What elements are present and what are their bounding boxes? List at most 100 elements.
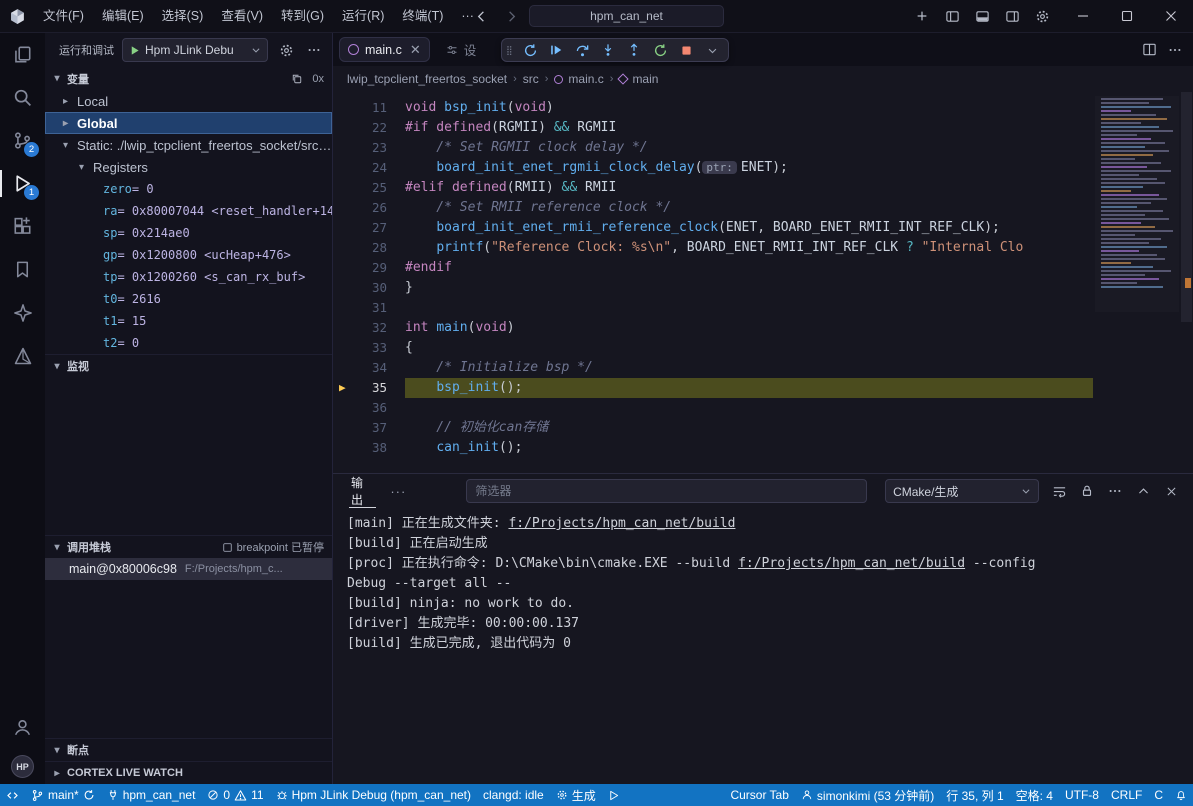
window-title[interactable]: hpm_can_net — [529, 5, 724, 27]
menu-item[interactable]: 选择(S) — [153, 4, 213, 28]
indentation-indicator[interactable]: 空格: 4 — [1010, 784, 1059, 806]
code-text[interactable]: void bsp_init(void) — [405, 98, 1093, 118]
line-gutter[interactable]: 24 — [333, 158, 405, 178]
output-tab[interactable]: 输出 — [349, 475, 376, 508]
sidebar-more-icon[interactable] — [304, 40, 324, 60]
breadcrumb[interactable]: lwip_tcpclient_freertos_socket›src›main.… — [333, 66, 1193, 92]
extensions-icon[interactable] — [0, 205, 45, 248]
close-button[interactable] — [1149, 0, 1193, 33]
debug-config-select[interactable]: Hpm JLink Debu — [122, 38, 268, 62]
code-text[interactable]: /* Set RMII reference clock */ — [405, 198, 1093, 218]
code-line[interactable]: 23 /* Set RGMII clock delay */ — [333, 138, 1093, 158]
remote-indicator[interactable] — [0, 784, 25, 806]
editor[interactable]: 11void bsp_init(void)22#if defined(RGMII… — [333, 92, 1193, 473]
register-row[interactable]: gp = 0x1200800 <ucHeap+476> — [45, 244, 332, 266]
line-gutter[interactable]: 29 — [333, 258, 405, 278]
scope-registers[interactable]: ▾Registers — [45, 156, 332, 178]
line-gutter[interactable]: 31 — [333, 298, 405, 318]
callstack-section-header[interactable]: ▾ 调用堆栈 breakpoint 已暂停 — [45, 535, 332, 558]
code-line[interactable]: 36 — [333, 398, 1093, 418]
code-text[interactable]: /* Initialize bsp */ — [405, 358, 1093, 378]
code-text[interactable]: can_init(); — [405, 438, 1093, 458]
scope-global[interactable]: ▸Global — [45, 112, 332, 134]
branch-indicator[interactable]: main* — [25, 784, 101, 806]
code-line[interactable]: 24 board_init_enet_rgmii_clock_delay(ptr… — [333, 158, 1093, 178]
menu-item[interactable]: 终端(T) — [393, 4, 452, 28]
code-text[interactable]: board_init_enet_rmii_reference_clock(ENE… — [405, 218, 1093, 238]
editor-more-icon[interactable] — [1165, 40, 1185, 60]
line-gutter[interactable]: 28 — [333, 238, 405, 258]
menu-item[interactable]: 编辑(E) — [93, 4, 153, 28]
drag-handle[interactable]: ⣿ — [506, 46, 516, 54]
code-text[interactable]: } — [405, 278, 1093, 298]
step-out-icon[interactable] — [622, 40, 646, 61]
code-line[interactable]: 22#if defined(RGMII) && RGMII — [333, 118, 1093, 138]
new-window-icon[interactable] — [909, 4, 935, 28]
sparkle-icon[interactable] — [0, 291, 45, 334]
breakpoints-section-header[interactable]: ▾ 断点 — [45, 738, 332, 761]
scope-local[interactable]: ▸Local — [45, 90, 332, 112]
menu-item[interactable]: 运行(R) — [333, 4, 393, 28]
problems-indicator[interactable]: 0 11 — [201, 784, 269, 806]
register-row[interactable]: t1 = 15 — [45, 310, 332, 332]
code-line[interactable]: 27 board_init_enet_rmii_reference_clock(… — [333, 218, 1093, 238]
output-filter-input[interactable] — [466, 479, 867, 503]
panel-tabs-more-icon[interactable]: ··· — [384, 484, 412, 499]
line-gutter[interactable]: 38 — [333, 438, 405, 458]
code-text[interactable]: board_init_enet_rgmii_clock_delay(ptr:EN… — [405, 158, 1093, 178]
bookmarks-icon[interactable] — [0, 248, 45, 291]
editor-scrollbar[interactable] — [1179, 92, 1193, 473]
code-text[interactable]: printf("Reference Clock: %s\n", BOARD_EN… — [405, 238, 1093, 258]
layout-settings-icon[interactable] — [1029, 4, 1055, 28]
menu-item[interactable]: 文件(F) — [34, 4, 93, 28]
code-text[interactable]: { — [405, 338, 1093, 358]
search-icon[interactable] — [0, 76, 45, 119]
notifications-bell[interactable] — [1169, 784, 1193, 806]
encoding-indicator[interactable]: UTF-8 — [1059, 784, 1105, 806]
explorer-icon[interactable] — [0, 33, 45, 76]
debug-session-indicator[interactable]: Hpm JLink Debug (hpm_can_net) — [270, 784, 477, 806]
line-gutter[interactable]: 36 — [333, 398, 405, 418]
cmake-project[interactable]: hpm_can_net — [101, 784, 202, 806]
run-debug-icon[interactable]: 1 — [0, 162, 45, 205]
watch-section-header[interactable]: ▾ 监视 — [45, 354, 332, 377]
code-line[interactable]: 29#endif — [333, 258, 1093, 278]
line-gutter[interactable]: 23 — [333, 138, 405, 158]
breadcrumb-item[interactable]: lwip_tcpclient_freertos_socket — [347, 72, 507, 86]
code-text[interactable]: /* Set RGMII clock delay */ — [405, 138, 1093, 158]
minimize-button[interactable] — [1061, 0, 1105, 33]
cortex-live-watch-header[interactable]: ▸ CORTEX LIVE WATCH — [45, 761, 332, 784]
line-gutter[interactable]: 25 — [333, 178, 405, 198]
tab-main-c[interactable]: main.c ✕ — [339, 37, 430, 62]
register-row[interactable]: ra = 0x80007044 <reset_handler+14> — [45, 200, 332, 222]
code-text[interactable] — [405, 398, 1093, 418]
cmake-icon[interactable] — [0, 334, 45, 377]
line-gutter[interactable]: 22 — [333, 118, 405, 138]
line-gutter[interactable]: 33 — [333, 338, 405, 358]
restart-icon[interactable] — [648, 40, 672, 61]
code-line[interactable]: 30} — [333, 278, 1093, 298]
cursor-tab-status[interactable]: Cursor Tab — [724, 784, 794, 806]
code-line[interactable]: 32int main(void) — [333, 318, 1093, 338]
tab-close-icon[interactable]: ✕ — [410, 42, 421, 58]
code-line[interactable]: 34 /* Initialize bsp */ — [333, 358, 1093, 378]
source-control-icon[interactable]: 2 — [0, 119, 45, 162]
toggle-secondary-sidebar-icon[interactable] — [999, 4, 1025, 28]
line-gutter[interactable]: 37 — [333, 418, 405, 438]
profile-avatar[interactable]: HP — [11, 755, 34, 778]
code-line[interactable]: 28 printf("Reference Clock: %s\n", BOARD… — [333, 238, 1093, 258]
line-gutter[interactable]: 34 — [333, 358, 405, 378]
minimap[interactable] — [1095, 96, 1179, 312]
line-gutter[interactable]: 32 — [333, 318, 405, 338]
maximize-button[interactable] — [1105, 0, 1149, 33]
breadcrumb-item[interactable]: main — [619, 72, 658, 86]
debug-more-chevron-icon[interactable] — [700, 40, 724, 61]
toggle-sidebar-icon[interactable] — [939, 4, 965, 28]
step-over-icon[interactable] — [570, 40, 594, 61]
code-text[interactable]: // 初始化can存储 — [405, 418, 1093, 438]
language-indicator[interactable]: C — [1148, 784, 1169, 806]
code-text[interactable]: bsp_init(); — [405, 378, 1093, 398]
continue-icon[interactable] — [544, 40, 568, 61]
register-row[interactable]: tp = 0x1200260 <s_can_rx_buf> — [45, 266, 332, 288]
output-log[interactable]: [main] 正在生成文件夹: f:/Projects/hpm_can_net/… — [333, 508, 1193, 784]
